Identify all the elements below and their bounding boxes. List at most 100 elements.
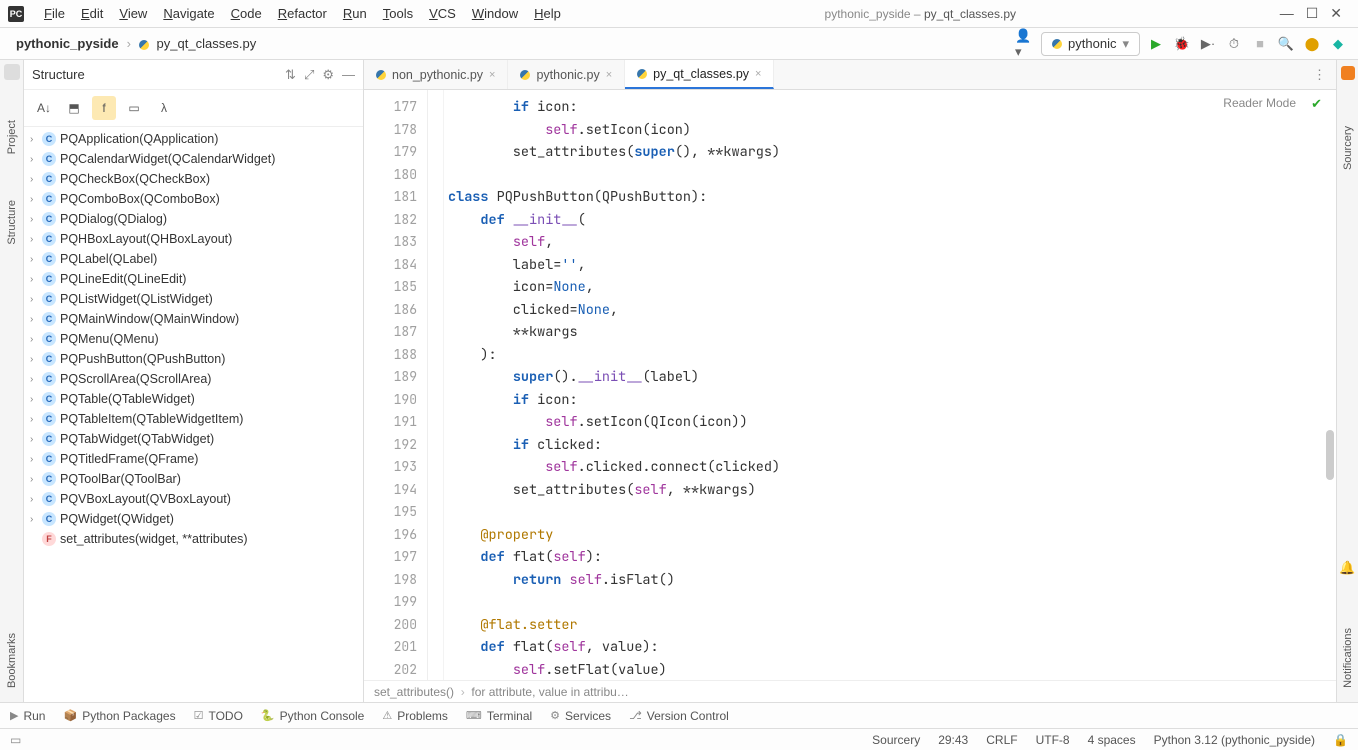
bookmarks-tool-label[interactable]: Bookmarks: [6, 627, 18, 694]
structure-item[interactable]: ›CPQScrollArea(QScrollArea): [24, 369, 363, 389]
menu-vcs[interactable]: VCS: [421, 2, 464, 25]
expand-icon[interactable]: ⤢: [304, 67, 314, 83]
gear-icon[interactable]: ⚙: [322, 67, 334, 83]
status-caret-pos[interactable]: 29:43: [938, 733, 968, 747]
bottom-tool-python-packages[interactable]: 📦Python Packages: [63, 709, 175, 723]
structure-item[interactable]: ›CPQMenu(QMenu): [24, 329, 363, 349]
sourcery-icon[interactable]: ◆: [1328, 34, 1348, 54]
bottom-tool-problems[interactable]: ⚠Problems: [382, 709, 448, 723]
sort-alpha-icon[interactable]: A↓: [32, 96, 56, 120]
structure-item[interactable]: ›CPQPushButton(QPushButton): [24, 349, 363, 369]
structure-item[interactable]: ›CPQHBoxLayout(QHBoxLayout): [24, 229, 363, 249]
bottom-tool-todo[interactable]: ☑TODO: [194, 709, 243, 723]
menu-refactor[interactable]: Refactor: [270, 2, 335, 25]
editor-tab[interactable]: py_qt_classes.py×: [625, 60, 774, 89]
bottom-tool-terminal[interactable]: ⌨Terminal: [466, 709, 532, 723]
editor-tab[interactable]: pythonic.py×: [508, 60, 625, 89]
tab-close-icon[interactable]: ×: [606, 69, 612, 81]
structure-item[interactable]: ›CPQTabWidget(QTabWidget): [24, 429, 363, 449]
code-text[interactable]: if icon: self.setIcon(icon) set_attribut…: [444, 90, 1336, 680]
coverage-icon[interactable]: ▶·: [1198, 34, 1218, 54]
menu-view[interactable]: View: [111, 2, 155, 25]
status-python[interactable]: Python 3.12 (pythonic_pyside): [1154, 733, 1315, 747]
bottom-tool-run[interactable]: ▶Run: [10, 709, 45, 723]
code-breadcrumb[interactable]: set_attributes() › for attribute, value …: [364, 680, 1336, 702]
structure-item[interactable]: ›CPQListWidget(QListWidget): [24, 289, 363, 309]
project-tool-icon[interactable]: [4, 64, 20, 80]
structure-panel: Structure ⇅ ⤢ ⚙ — A↓ ⬒ f ▭ λ ›CPQApplica…: [24, 60, 364, 702]
filter-tree-icon[interactable]: ▭: [122, 96, 146, 120]
tab-close-icon[interactable]: ×: [489, 69, 495, 81]
menu-edit[interactable]: Edit: [73, 2, 111, 25]
structure-item[interactable]: ›CPQLabel(QLabel): [24, 249, 363, 269]
left-tool-rail: Project Structure Bookmarks: [0, 60, 24, 702]
user-icon[interactable]: 👤▾: [1015, 34, 1035, 54]
structure-item[interactable]: ›CPQDialog(QDialog): [24, 209, 363, 229]
filter-inherited-icon[interactable]: ⬒: [62, 96, 86, 120]
scrollbar-thumb[interactable]: [1326, 430, 1334, 480]
fold-strip[interactable]: [428, 90, 444, 680]
menu-run[interactable]: Run: [335, 2, 375, 25]
menu-file[interactable]: File: [36, 2, 73, 25]
hide-icon[interactable]: —: [342, 67, 355, 82]
structure-item[interactable]: ›CPQCalendarWidget(QCalendarWidget): [24, 149, 363, 169]
tab-close-icon[interactable]: ×: [755, 68, 761, 80]
breadcrumb-file[interactable]: py_qt_classes.py: [133, 34, 262, 53]
breadcrumb-project[interactable]: pythonic_pyside: [10, 34, 125, 53]
reader-mode-toggle[interactable]: Reader Mode: [1223, 96, 1296, 110]
structure-tree[interactable]: ›CPQApplication(QApplication)›CPQCalenda…: [24, 127, 363, 702]
sourcery-tool-label[interactable]: Sourcery: [1342, 120, 1354, 176]
debug-icon[interactable]: 🐞: [1172, 34, 1192, 54]
project-tool-label[interactable]: Project: [6, 114, 18, 160]
bottom-tool-python-console[interactable]: 🐍Python Console: [261, 709, 364, 723]
stop-icon[interactable]: ■: [1250, 34, 1270, 54]
structure-item[interactable]: ›CPQTable(QTableWidget): [24, 389, 363, 409]
status-indent[interactable]: 4 spaces: [1088, 733, 1136, 747]
notifications-tool-label[interactable]: Notifications: [1342, 622, 1354, 694]
navbar: pythonic_pyside › py_qt_classes.py 👤▾ py…: [0, 28, 1358, 60]
status-line-ending[interactable]: CRLF: [986, 733, 1017, 747]
sourcery-tool-icon[interactable]: [1341, 66, 1355, 80]
editor-tab[interactable]: non_pythonic.py×: [364, 60, 508, 89]
structure-title: Structure: [32, 67, 277, 82]
structure-item[interactable]: ›CPQTableItem(QTableWidgetItem): [24, 409, 363, 429]
sort-icon[interactable]: ⇅: [285, 67, 296, 83]
menu-code[interactable]: Code: [223, 2, 270, 25]
structure-item[interactable]: ›CPQVBoxLayout(QVBoxLayout): [24, 489, 363, 509]
structure-item[interactable]: ›CPQComboBox(QComboBox): [24, 189, 363, 209]
structure-item[interactable]: ›CPQCheckBox(QCheckBox): [24, 169, 363, 189]
bottom-tool-services[interactable]: ⚙Services: [550, 709, 611, 723]
structure-item[interactable]: ›CPQWidget(QWidget): [24, 509, 363, 529]
run-icon[interactable]: ▶: [1146, 34, 1166, 54]
menu-window[interactable]: Window: [464, 2, 526, 25]
structure-item[interactable]: ›CPQApplication(QApplication): [24, 129, 363, 149]
bell-icon[interactable]: 🔔: [1339, 560, 1355, 576]
structure-item[interactable]: ›CPQToolBar(QToolBar): [24, 469, 363, 489]
menu-tools[interactable]: Tools: [375, 2, 421, 25]
status-encoding[interactable]: UTF-8: [1036, 733, 1070, 747]
structure-tool-label[interactable]: Structure: [6, 194, 18, 251]
search-icon[interactable]: 🔍: [1276, 34, 1296, 54]
tab-more-icon[interactable]: ⋮: [1303, 67, 1336, 83]
menu-help[interactable]: Help: [526, 2, 569, 25]
structure-item[interactable]: ›CPQMainWindow(QMainWindow): [24, 309, 363, 329]
inspection-ok-icon[interactable]: ✔: [1311, 96, 1322, 112]
interpreter-selector[interactable]: pythonic ▾: [1041, 32, 1140, 56]
minimize-icon[interactable]: —: [1280, 5, 1294, 22]
filter-fields-icon[interactable]: f: [92, 96, 116, 120]
maximize-icon[interactable]: ☐: [1306, 5, 1319, 22]
bottom-tool-version-control[interactable]: ⎇Version Control: [629, 709, 729, 723]
profile-icon[interactable]: ⏱: [1224, 34, 1244, 54]
bottom-toolbar: ▶Run 📦Python Packages ☑TODO 🐍Python Console…: [0, 702, 1358, 728]
status-sourcery[interactable]: Sourcery: [872, 733, 920, 747]
lock-icon[interactable]: 🔒: [1333, 733, 1348, 747]
structure-item[interactable]: ›CPQTitledFrame(QFrame): [24, 449, 363, 469]
structure-item[interactable]: Fset_attributes(widget, **attributes): [24, 529, 363, 549]
editor[interactable]: 177 178 179 180 181 182 183 184 185 186 …: [364, 90, 1336, 680]
menu-navigate[interactable]: Navigate: [155, 2, 222, 25]
structure-item[interactable]: ›CPQLineEdit(QLineEdit): [24, 269, 363, 289]
statusbar: ▭ Sourcery 29:43 CRLF UTF-8 4 spaces Pyt…: [0, 728, 1358, 750]
close-icon[interactable]: ✕: [1330, 5, 1342, 22]
filter-lambda-icon[interactable]: λ: [152, 96, 176, 120]
update-icon[interactable]: ⬤: [1302, 34, 1322, 54]
